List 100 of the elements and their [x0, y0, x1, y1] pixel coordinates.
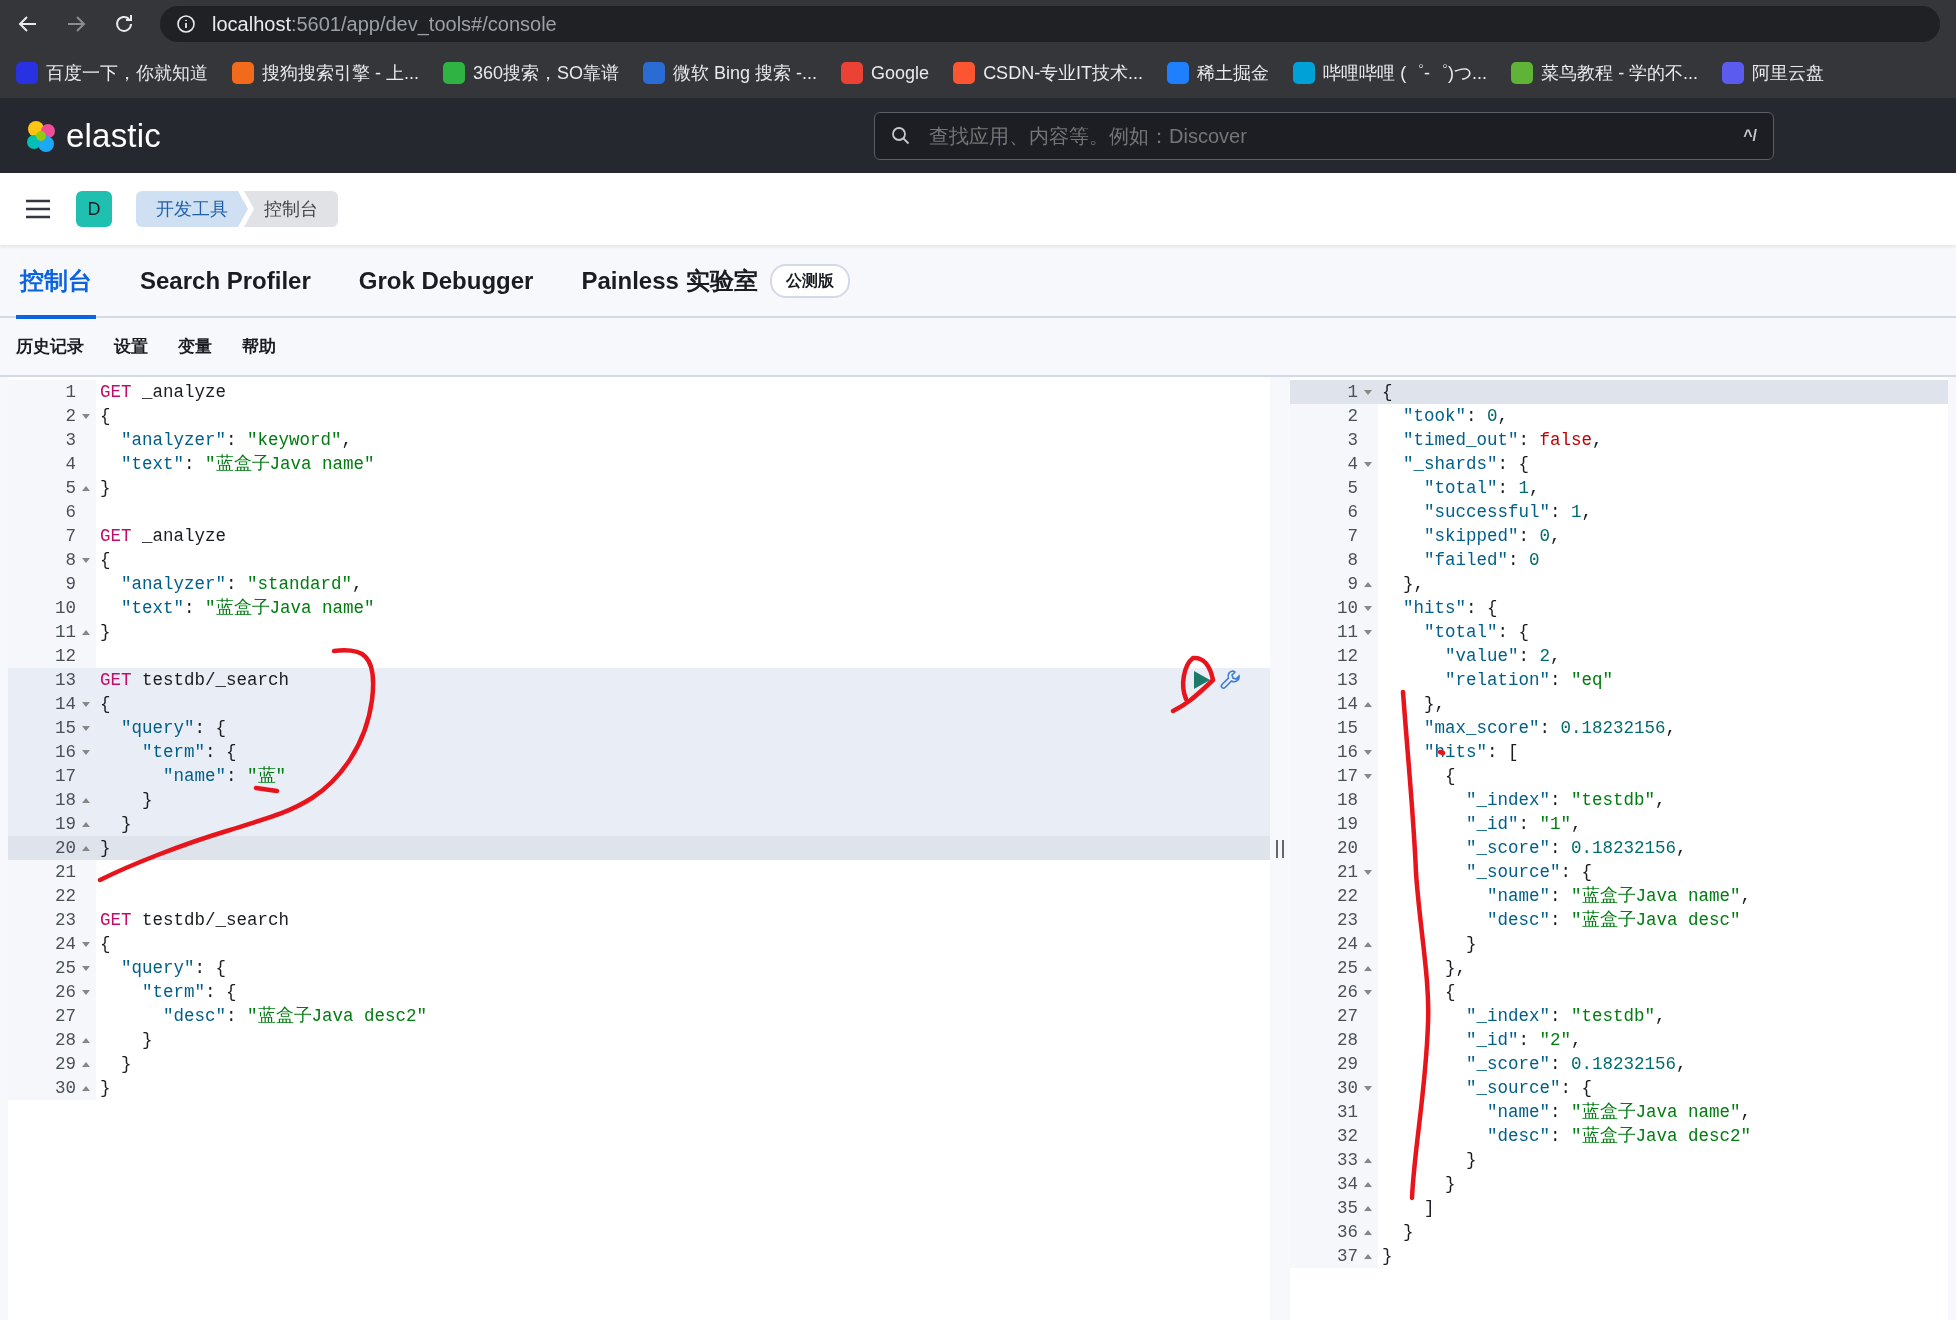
bookmark-link[interactable]: 菜鸟教程 - 学的不...: [1511, 59, 1699, 87]
fold-toggle-icon[interactable]: [1364, 629, 1372, 635]
line-number: 9: [1347, 572, 1359, 596]
code-line: }: [1465, 933, 1477, 956]
line-number: 19: [55, 812, 77, 836]
bookmark-link[interactable]: 微软 Bing 搜索 -...: [643, 59, 818, 87]
fold-toggle-icon[interactable]: [82, 725, 90, 731]
line-number: 16: [1337, 740, 1359, 764]
fold-toggle-icon[interactable]: [82, 1037, 90, 1043]
fold-toggle-icon[interactable]: [1364, 941, 1372, 947]
fold-toggle-icon[interactable]: [82, 413, 90, 419]
fold-toggle-icon[interactable]: [82, 797, 90, 803]
tab[interactable]: Painless 实验室: [577, 244, 762, 317]
line-number: 8: [65, 548, 77, 572]
line-number: 21: [1337, 860, 1359, 884]
search-field[interactable]: 查找应用、内容等。例如：Discover: [927, 119, 1728, 152]
line-number: 26: [1337, 980, 1359, 1004]
tab[interactable]: 控制台: [16, 244, 96, 317]
elastic-logo-icon: [24, 118, 58, 153]
fold-toggle-icon[interactable]: [1364, 581, 1372, 587]
fold-toggle-icon[interactable]: [1364, 1205, 1372, 1211]
fold-toggle-icon[interactable]: [82, 965, 90, 971]
bookmark-link[interactable]: 哔哩哔哩 (゜-゜)つ...: [1293, 59, 1488, 87]
fold-toggle-icon[interactable]: [82, 845, 90, 851]
fold-toggle-icon[interactable]: [1364, 989, 1372, 995]
address-bar[interactable]: localhost:5601/app/dev_tools#/console: [160, 6, 1940, 42]
code-line: {: [99, 933, 111, 956]
fold-toggle-icon[interactable]: [1364, 461, 1372, 467]
fold-toggle-icon[interactable]: [82, 1085, 90, 1091]
line-number: 18: [55, 788, 77, 812]
code-line: "name": "蓝盒子Java name",: [1486, 885, 1752, 908]
bookmark-link[interactable]: 阿里云盘: [1722, 59, 1825, 87]
fold-toggle-icon[interactable]: [82, 557, 90, 563]
toolbar-link[interactable]: 变量: [178, 333, 212, 360]
line-number: 3: [65, 428, 77, 452]
fold-toggle-icon[interactable]: [82, 941, 90, 947]
fold-toggle-icon[interactable]: [1364, 869, 1372, 875]
line-number: 33: [1337, 1148, 1359, 1172]
code-line: GET _analyze: [99, 525, 227, 548]
line-number: 8: [1347, 548, 1359, 572]
fold-toggle-icon[interactable]: [82, 989, 90, 995]
line-number: 15: [55, 716, 77, 740]
bookmark-link[interactable]: Google: [841, 59, 930, 87]
space-avatar[interactable]: D: [76, 191, 112, 227]
bookmark-link[interactable]: 百度一下，你就知道: [16, 59, 208, 87]
fold-toggle-icon[interactable]: [1364, 773, 1372, 779]
tab[interactable]: Search Profiler: [136, 244, 315, 317]
fold-toggle-icon[interactable]: [1364, 701, 1372, 707]
toolbar-link[interactable]: 设置: [114, 333, 148, 360]
fold-toggle-icon[interactable]: [1364, 1253, 1372, 1259]
fold-toggle-icon[interactable]: [1364, 389, 1372, 395]
fold-toggle-icon[interactable]: [82, 1061, 90, 1067]
fold-toggle-icon[interactable]: [82, 749, 90, 755]
breadcrumb-link[interactable]: 控制台: [244, 191, 338, 227]
tab[interactable]: Grok Debugger: [354, 244, 538, 317]
line-number: 4: [65, 452, 77, 476]
line-number: 7: [1347, 524, 1359, 548]
line-number: 19: [1337, 812, 1359, 836]
bookmark-link[interactable]: 360搜索，SO靠谱: [443, 59, 620, 87]
breadcrumb-link[interactable]: 开发工具: [136, 191, 248, 227]
wrench-icon[interactable]: [1218, 668, 1242, 692]
menu-icon[interactable]: [24, 198, 52, 220]
bookmark-link[interactable]: 稀土掘金: [1167, 59, 1270, 87]
bookmark-link[interactable]: CSDN-专业IT技术...: [953, 59, 1144, 87]
line-number: 11: [1337, 620, 1359, 644]
toolbar-link[interactable]: 帮助: [242, 333, 276, 360]
fold-toggle-icon[interactable]: [1364, 1181, 1372, 1187]
line-number: 17: [1337, 764, 1359, 788]
code-line: "timed_out": false,: [1402, 429, 1603, 452]
fold-toggle-icon[interactable]: [1364, 1085, 1372, 1091]
line-number: 6: [65, 500, 77, 524]
fold-toggle-icon[interactable]: [1364, 605, 1372, 611]
code-line: "_id": "1",: [1465, 813, 1582, 836]
line-number: 2: [1347, 404, 1359, 428]
code-line: }: [1465, 1149, 1477, 1172]
resize-handle[interactable]: [1276, 839, 1284, 858]
code-line: {: [99, 693, 111, 716]
code-line: }: [1444, 1173, 1456, 1196]
fold-toggle-icon[interactable]: [82, 701, 90, 707]
fold-toggle-icon[interactable]: [1364, 1229, 1372, 1235]
code-line: "total": {: [1423, 621, 1530, 644]
fold-toggle-icon[interactable]: [1364, 965, 1372, 971]
fold-toggle-icon[interactable]: [82, 485, 90, 491]
code-line: "_index": "testdb",: [1465, 789, 1666, 812]
code-line: "analyzer": "standard",: [120, 573, 363, 596]
line-number: 24: [1337, 932, 1359, 956]
search-bar[interactable]: 查找应用、内容等。例如：Discover ^/: [874, 111, 1774, 160]
fold-toggle-icon[interactable]: [1364, 749, 1372, 755]
code-line: "_index": "testdb",: [1465, 1005, 1666, 1028]
fold-toggle-icon[interactable]: [1364, 1157, 1372, 1163]
code-line: {: [1444, 765, 1456, 788]
line-number: 35: [1337, 1196, 1359, 1220]
line-number: 7: [65, 524, 77, 548]
fold-toggle-icon[interactable]: [82, 821, 90, 827]
bookmark-link[interactable]: 搜狗搜索引擎 - 上...: [232, 59, 419, 87]
line-number: 28: [55, 1028, 77, 1052]
line-number: 11: [55, 620, 77, 644]
line-number: 27: [1337, 1004, 1359, 1028]
fold-toggle-icon[interactable]: [82, 629, 90, 635]
toolbar-link[interactable]: 历史记录: [16, 333, 84, 360]
